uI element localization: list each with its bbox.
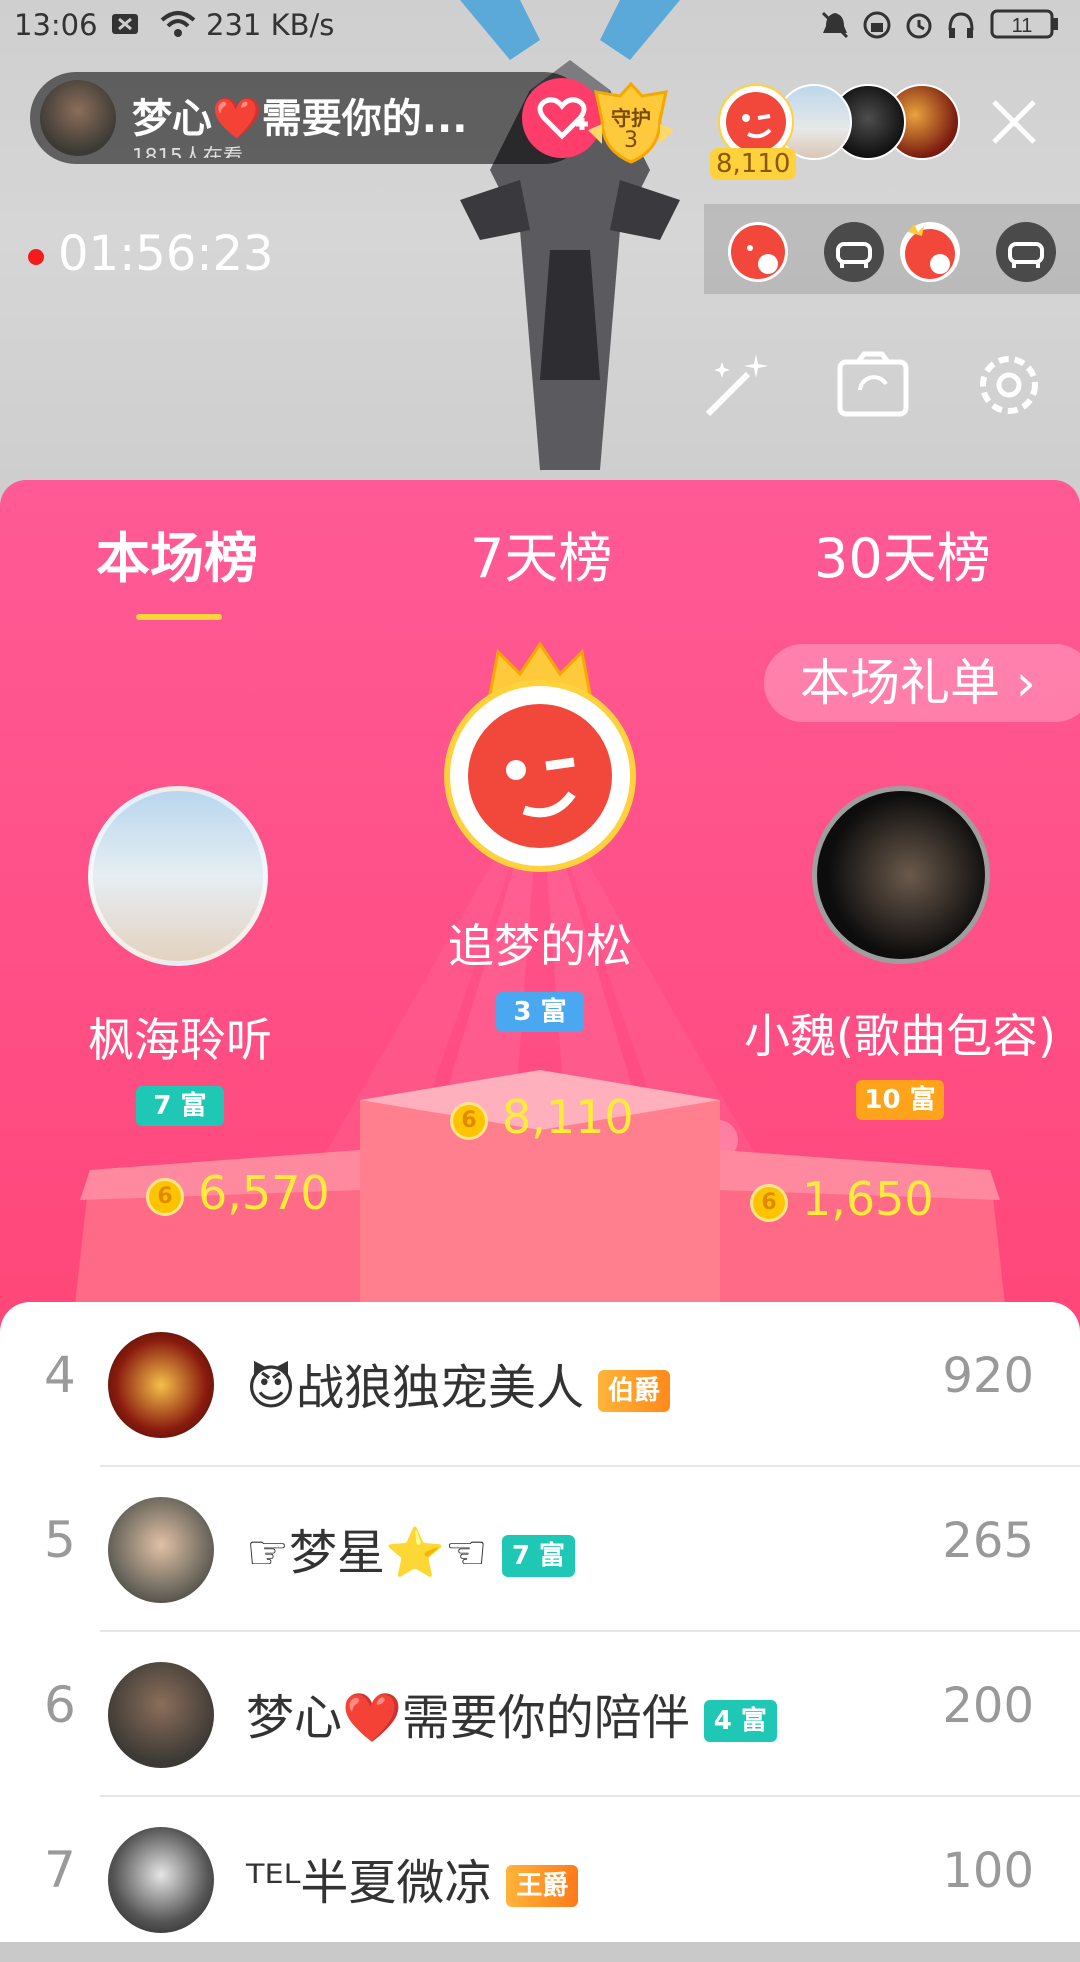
noble-badge: 伯爵 — [598, 1370, 671, 1412]
host-avatar[interactable] — [40, 80, 116, 156]
live-timer: 01:56:23 — [28, 226, 274, 282]
list-item[interactable]: 4 😈战狼独宠美人 伯爵 920 — [0, 1302, 1080, 1467]
sofa-icon — [1008, 242, 1044, 268]
rank-3-name: 小魏(歌曲包容) — [744, 1009, 1056, 1063]
rank-1-avatar[interactable] — [444, 680, 636, 872]
rank-2-name: 枫海聆听 — [88, 1013, 272, 1067]
coin-icon: 6 — [450, 1101, 488, 1140]
gear-icon — [980, 356, 1038, 414]
rank-2-level-badge: 7 富 — [136, 1086, 224, 1126]
list-item[interactable]: 5 ☞梦星⭐☜ 7 富 265 — [0, 1467, 1080, 1632]
elapsed-time: 01:56:23 — [58, 226, 274, 282]
tab-7-days[interactable]: 7天榜 — [470, 514, 612, 593]
contribution-value: 100 — [942, 1843, 1034, 1899]
alarm-icon — [904, 10, 934, 47]
guard-count: 3 — [624, 128, 638, 153]
tab-this-show[interactable]: 本场榜 — [96, 514, 258, 593]
coin-icon: 6 — [750, 1183, 788, 1222]
user-name: ᵀᴱᴸ半夏微凉 王爵 — [246, 1843, 579, 1913]
mic-seat[interactable] — [728, 222, 788, 282]
default-avatar-icon — [468, 704, 612, 848]
active-tab-indicator — [136, 614, 222, 620]
gift-list-button[interactable]: 本场礼单 › — [764, 644, 1080, 722]
user-avatar[interactable] — [108, 1497, 214, 1603]
coin-icon: 6 — [146, 1177, 184, 1216]
mic-seat-strip — [704, 204, 1080, 294]
lock-rotation-icon — [862, 10, 892, 47]
rank-1-level-badge: 3 富 — [496, 992, 584, 1032]
notification-icon — [110, 10, 140, 44]
guard-label: 守护 — [611, 106, 651, 130]
rank-3-avatar[interactable] — [812, 786, 990, 964]
rank-3-score: 6 1,650 — [750, 1172, 934, 1226]
rank-1-name: 追梦的松 — [448, 919, 632, 973]
contribution-value: 200 — [942, 1678, 1034, 1734]
magic-wand-icon — [705, 354, 768, 417]
user-avatar[interactable] — [108, 1332, 214, 1438]
user-name: ☞梦星⭐☜ 7 富 — [246, 1513, 575, 1583]
close-button[interactable] — [988, 96, 1040, 148]
rank-1-score: 6 8,110 — [450, 1090, 634, 1144]
user-name: 😈战狼独宠美人 伯爵 — [246, 1348, 671, 1418]
rank-number: 7 — [44, 1841, 76, 1899]
recording-dot-icon — [28, 249, 44, 265]
flip-camera-button[interactable] — [834, 346, 912, 424]
top-viewer-score: 8,110 — [710, 148, 797, 180]
mute-bell-icon — [820, 10, 850, 47]
contribution-value: 920 — [942, 1348, 1034, 1404]
seat-avatar-icon — [731, 225, 785, 279]
guard-badge[interactable]: 守护 3 — [586, 80, 676, 166]
camera-switch-icon — [837, 351, 909, 417]
sofa-icon — [836, 242, 872, 268]
list-item[interactable]: 7 ᵀᴱᴸ半夏微凉 王爵 100 — [0, 1797, 1080, 1962]
status-time: 13:06 — [14, 8, 98, 42]
user-avatar[interactable] — [108, 1827, 214, 1933]
wifi-icon — [160, 10, 196, 45]
settings-button[interactable] — [970, 346, 1048, 424]
rank-number: 6 — [44, 1676, 76, 1734]
ranking-tabs: 本场榜 7天榜 30天榜 — [0, 504, 1080, 620]
status-bar: 13:06 231 KB/s 11 — [0, 0, 1080, 52]
host-name: 梦心❤️需要你的... — [132, 96, 468, 142]
headphones-icon — [946, 10, 976, 47]
list-item[interactable]: 6 梦心❤️需要你的陪伴 4 富 200 — [0, 1632, 1080, 1797]
rank-2-score: 6 6,570 — [146, 1166, 330, 1220]
mic-seat[interactable] — [996, 222, 1056, 282]
user-avatar[interactable] — [108, 1662, 214, 1768]
user-name: 梦心❤️需要你的陪伴 4 富 — [246, 1678, 777, 1748]
battery-icon: 11 — [990, 8, 1062, 47]
level-badge: 7 富 — [501, 1535, 575, 1577]
svg-text:11: 11 — [1012, 15, 1033, 37]
live-video-area: 13:06 231 KB/s 11 梦心❤️需要你的... 1815人在看 守护… — [0, 0, 1080, 520]
mic-seat[interactable] — [824, 222, 884, 282]
ranking-list: 4 😈战狼独宠美人 伯爵 920 5 ☞梦星⭐☜ 7 富 265 6 梦心❤️需要你… — [0, 1302, 1080, 1942]
rank-number: 4 — [44, 1346, 76, 1404]
level-badge: 4 富 — [703, 1700, 777, 1742]
contribution-value: 265 — [942, 1513, 1034, 1569]
rank-2-avatar[interactable] — [88, 786, 268, 966]
rank-3-level-badge: 10 富 — [856, 1080, 944, 1120]
tab-30-days[interactable]: 30天榜 — [814, 514, 991, 593]
close-icon — [992, 100, 1036, 144]
noble-badge: 王爵 — [506, 1865, 579, 1907]
mic-seat[interactable] — [900, 222, 960, 282]
rank-number: 5 — [44, 1511, 76, 1569]
host-viewer-count: 1815人在看 — [132, 144, 243, 158]
network-speed: 231 KB/s — [206, 8, 335, 42]
host-info-pill[interactable]: 梦心❤️需要你的... 1815人在看 — [30, 72, 590, 164]
seat-avatar-crown-icon — [905, 224, 955, 279]
beauty-wand-button[interactable] — [698, 346, 776, 424]
